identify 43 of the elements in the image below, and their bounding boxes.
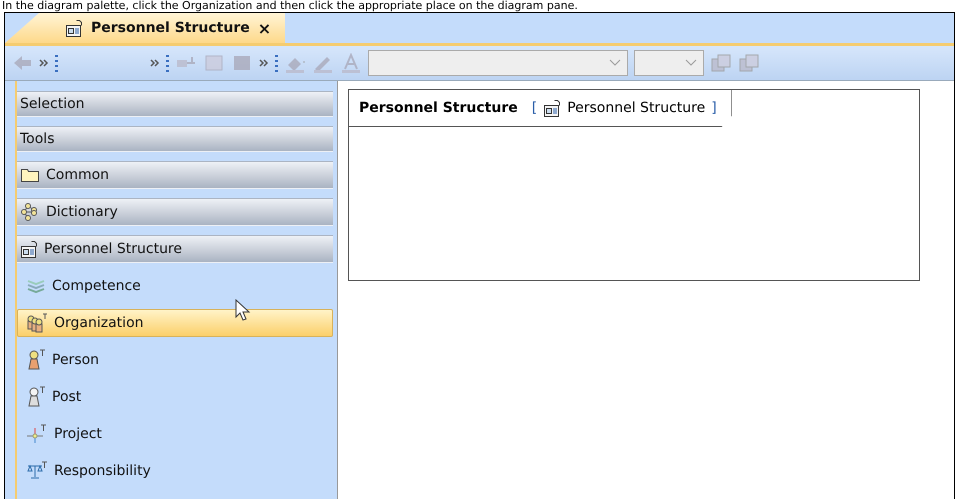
close-icon[interactable]: × <box>258 18 272 38</box>
stacked-boxes-icon[interactable] <box>710 53 732 73</box>
mouse-pointer-icon <box>235 299 251 321</box>
text-color-icon[interactable] <box>340 53 362 73</box>
scales-icon <box>26 461 48 481</box>
document-grid-icon <box>20 240 38 258</box>
palette-tool[interactable]: Organization <box>17 309 333 337</box>
person-icon <box>26 349 46 371</box>
palette-group[interactable]: Dictionary <box>17 198 333 226</box>
chevron-down-icon <box>609 59 621 67</box>
palette-group[interactable]: Common <box>17 161 333 189</box>
bracket-text: [ <box>532 100 538 116</box>
palette-group[interactable]: Personnel Structure <box>17 235 333 263</box>
bracket-text: ] <box>711 100 717 116</box>
toolbar-grip-icon <box>275 53 278 73</box>
palette-tool[interactable]: Person <box>17 346 333 374</box>
toolbar-grip-icon <box>55 53 58 73</box>
folder-icon <box>20 167 40 183</box>
overflow-chevron-icon[interactable] <box>259 59 269 67</box>
diagram-frame[interactable]: Personnel Structure [ Personnel Structure ] <box>348 89 920 281</box>
person-outline-icon <box>26 386 46 408</box>
diagram-tab[interactable]: Personnel Structure × <box>5 13 286 43</box>
frame-name: Personnel Structure <box>359 100 518 116</box>
toolbar-grip-icon <box>166 53 169 73</box>
palette-section-header[interactable]: Selection <box>17 91 333 117</box>
overflow-chevron-icon[interactable] <box>39 59 49 67</box>
palette-section-header[interactable]: Tools <box>17 126 333 152</box>
document-grid-icon <box>65 19 83 37</box>
palette-tool[interactable]: Project <box>17 420 333 448</box>
tree-nodes-icon <box>20 202 40 222</box>
crosshair-icon <box>26 424 48 444</box>
overflow-chevron-icon[interactable] <box>150 59 160 67</box>
stacked-boxes-icon[interactable] <box>738 53 760 73</box>
palette-tool[interactable]: Responsibility <box>17 457 333 485</box>
diagram-type-label: Personnel Structure <box>567 100 706 116</box>
instruction-text: In the diagram palette, click the Organization and then click the appropriate place on the diagram pane. <box>1 0 579 12</box>
chevron-down-icon <box>685 59 697 67</box>
people-group-icon <box>26 313 48 333</box>
palette-tool[interactable]: Post <box>17 383 333 411</box>
layered-chevrons-icon <box>26 277 46 295</box>
grid-box-icon[interactable] <box>203 53 225 73</box>
document-grid-icon <box>543 99 562 117</box>
palette-tool[interactable]: Competence <box>17 272 333 300</box>
